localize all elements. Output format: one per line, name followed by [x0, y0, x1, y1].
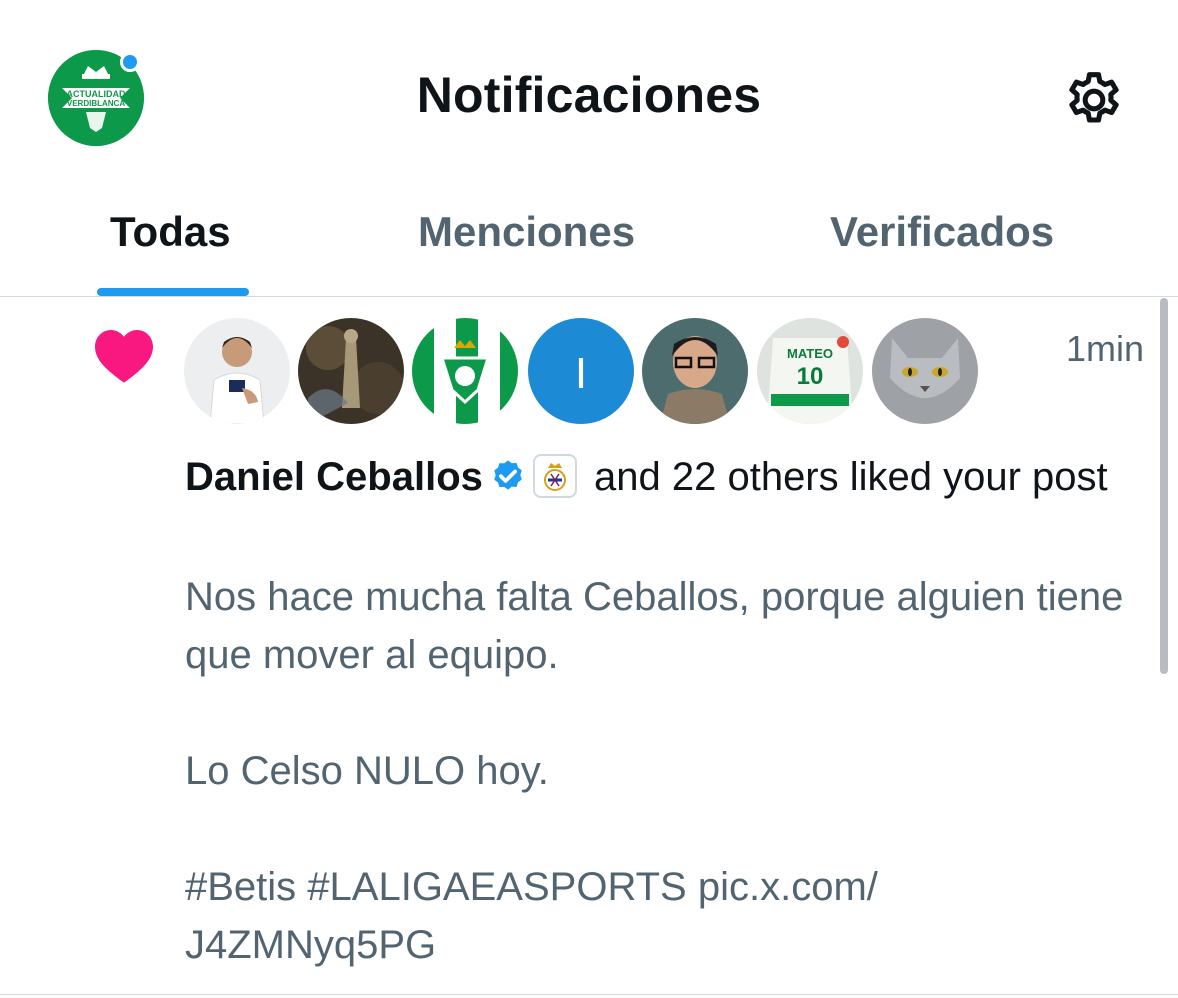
- avatar-cat[interactable]: [872, 318, 978, 424]
- active-tab-indicator: [97, 288, 249, 296]
- scrollbar[interactable]: [1160, 298, 1168, 674]
- liked-post-text[interactable]: Nos hace mucha falta Ceballos, porque al…: [185, 568, 1145, 974]
- avatar-letter[interactable]: I: [528, 318, 634, 424]
- tabs-divider: [0, 296, 1178, 297]
- svg-text:I: I: [575, 349, 587, 398]
- avatar-betis-flag[interactable]: [412, 318, 518, 424]
- settings-button[interactable]: [1060, 68, 1128, 132]
- heart-icon: [95, 329, 153, 383]
- gear-icon: [1069, 72, 1119, 123]
- tab-todas[interactable]: Todas: [110, 208, 231, 298]
- avatar-player[interactable]: [184, 318, 290, 424]
- svg-text:MATEO: MATEO: [787, 346, 833, 361]
- tab-menciones[interactable]: Menciones: [418, 208, 635, 298]
- notification-tabs: Todas Menciones Verificados: [0, 190, 1178, 298]
- notification-time: 1min: [1066, 328, 1145, 369]
- svg-text:10: 10: [797, 363, 824, 390]
- action-text: and 22 others liked your post: [594, 455, 1108, 499]
- club-affiliation-badge[interactable]: [532, 454, 577, 498]
- notification-summary: Daniel Ceballos and 22 others liked your…: [185, 448, 1145, 506]
- page-title: Notificaciones: [416, 67, 762, 123]
- real-madrid-crest-icon: [543, 463, 566, 491]
- avatar-statue[interactable]: [298, 318, 404, 424]
- actor-name[interactable]: Daniel Ceballos: [185, 455, 483, 499]
- avatar-man-glasses[interactable]: [642, 318, 748, 424]
- avatar-jersey-mateo[interactable]: MATEO 10: [757, 318, 863, 424]
- tab-verificados[interactable]: Verificados: [830, 208, 1054, 298]
- header-bar: ACTUALIDAD VERDIBLANCA Notificaciones: [0, 0, 1178, 190]
- verified-badge-icon: [494, 460, 522, 490]
- notification-divider: [0, 994, 1178, 995]
